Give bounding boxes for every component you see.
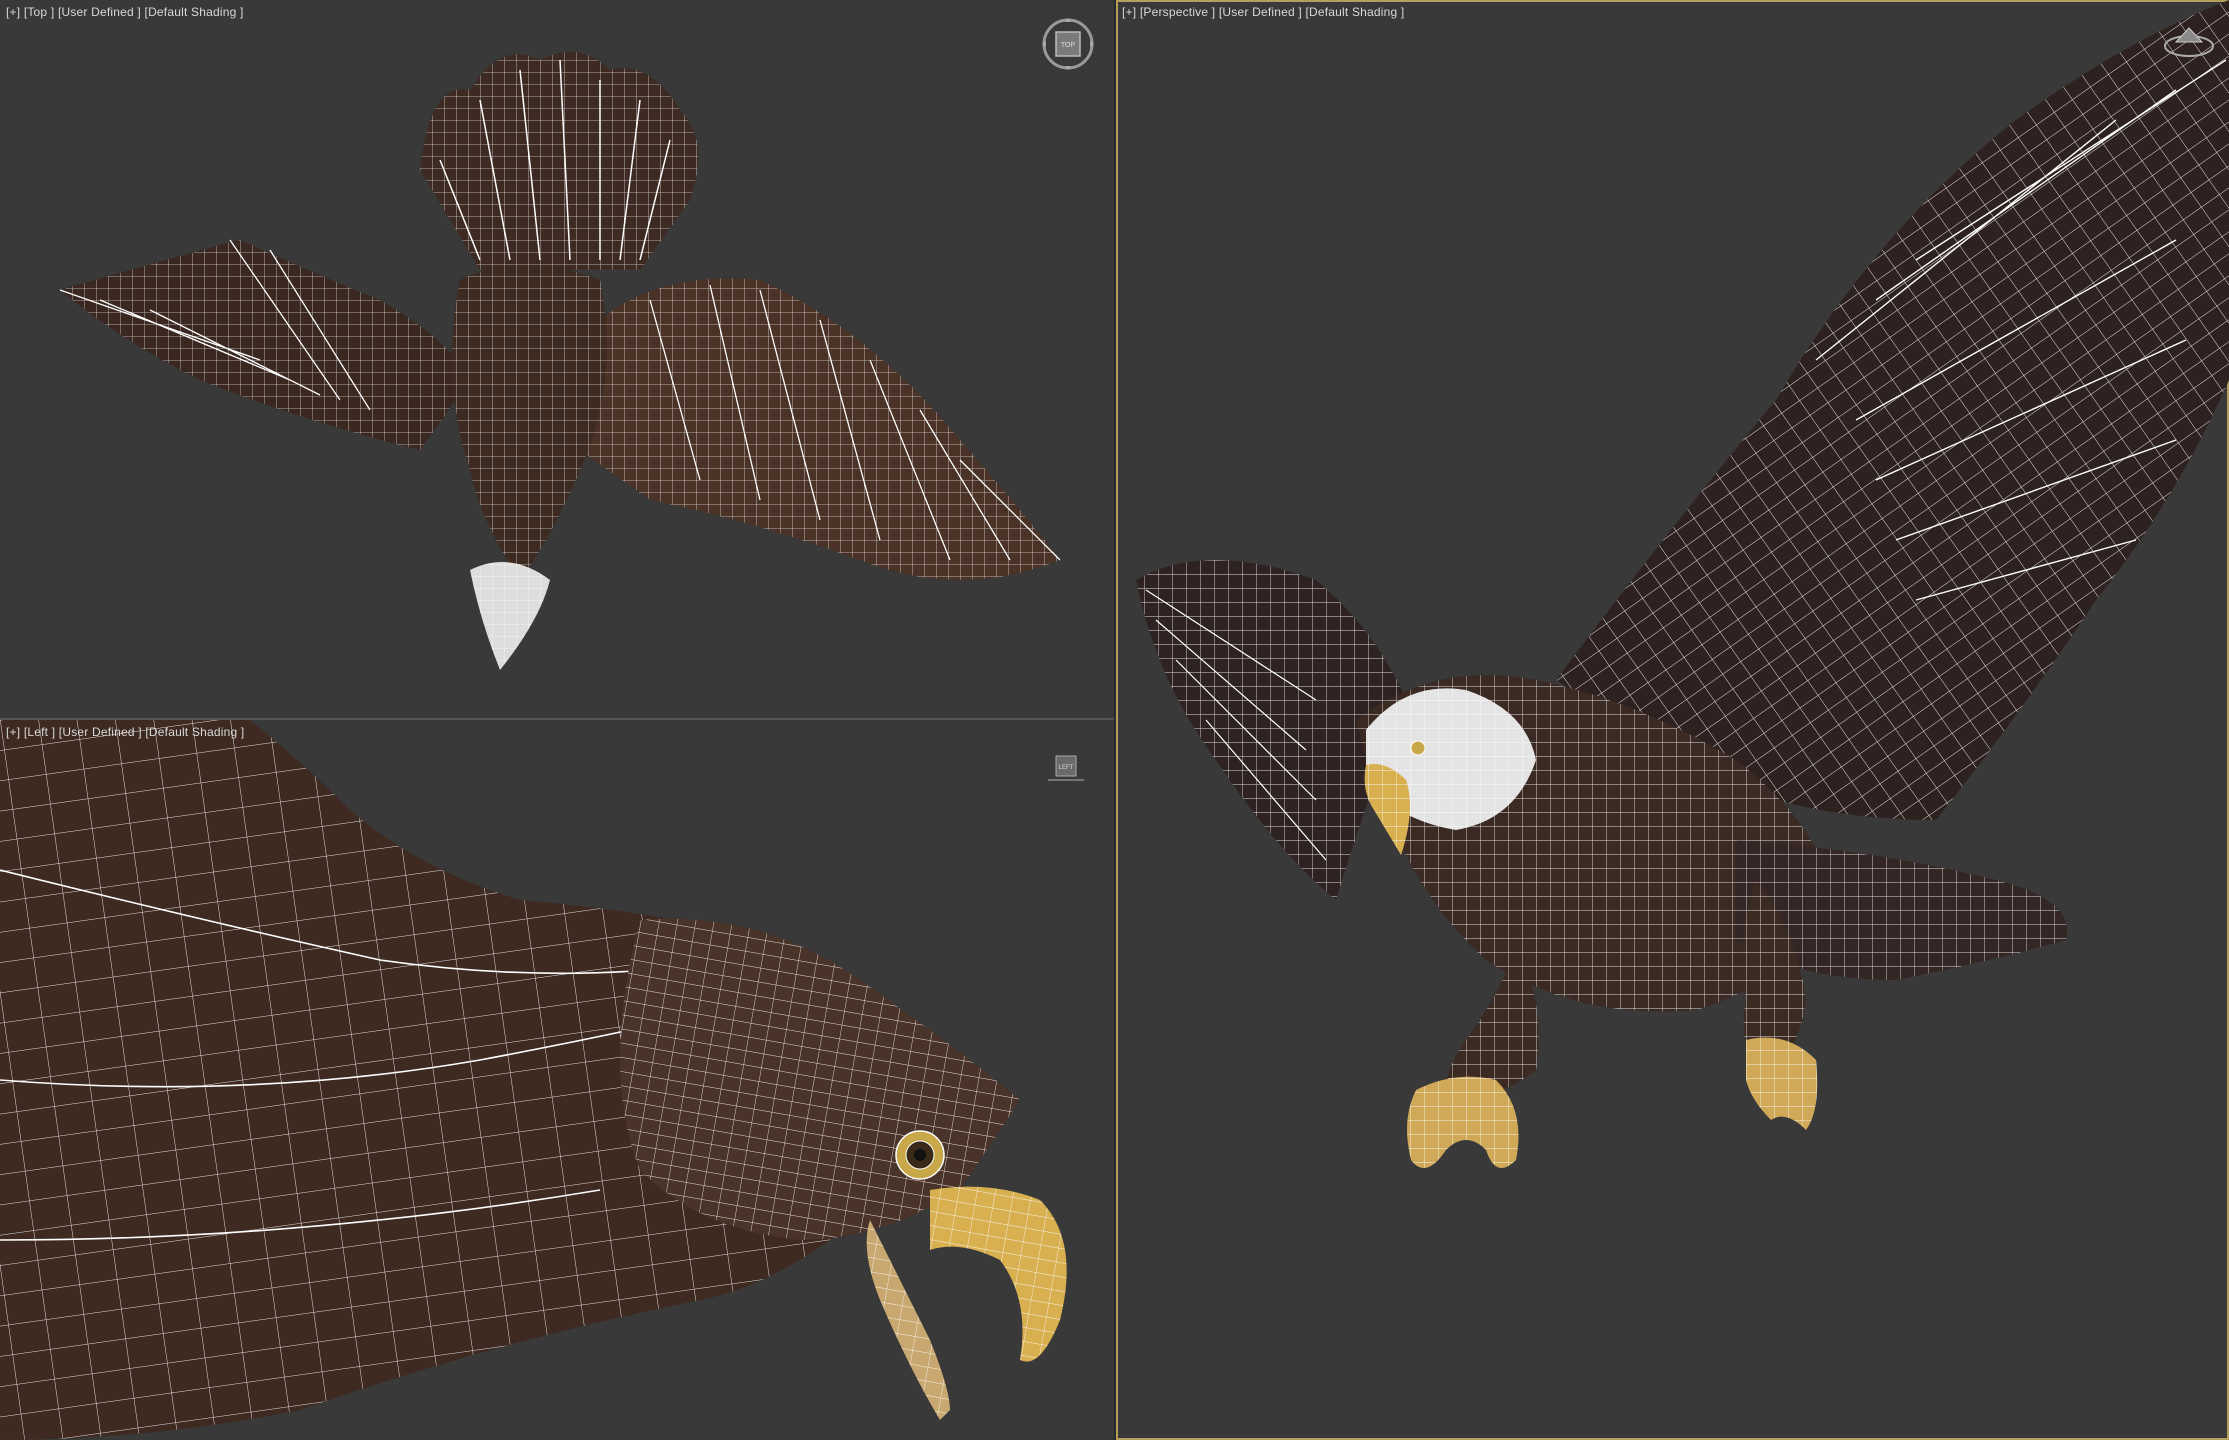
viewport-label-perspective: [+] [Perspective ] [User Defined ] [Defa… xyxy=(1122,5,1404,19)
eagle-top-view xyxy=(59,52,1061,670)
left-wing xyxy=(59,239,470,450)
viewcube-icon[interactable]: LEFT xyxy=(1046,754,1086,789)
viewport-menu-button[interactable]: [+] xyxy=(1122,5,1136,19)
view-type-label[interactable]: [Perspective ] xyxy=(1140,5,1216,19)
eagle-body xyxy=(452,265,607,580)
viewport-label-top: [+] [Top ] [User Defined ] [Default Shad… xyxy=(6,5,244,19)
view-type-label[interactable]: [Left ] xyxy=(24,725,55,739)
viewcube-face-label: LEFT xyxy=(1059,765,1074,771)
viewport-left[interactable]: [+] [Left ] [User Defined ] [Default Sha… xyxy=(0,720,1114,1440)
viewport-label-left: [+] [Left ] [User Defined ] [Default Sha… xyxy=(6,725,244,739)
shading-label[interactable]: [Default Shading ] xyxy=(145,5,244,19)
viewport-top[interactable]: [+] [Top ] [User Defined ] [Default Shad… xyxy=(0,0,1114,718)
viewport-perspective[interactable]: [+] [Perspective ] [User Defined ] [Defa… xyxy=(1116,0,2229,1440)
viewcube-icon[interactable]: TOP xyxy=(1038,16,1098,81)
viewport-menu-button[interactable]: [+] xyxy=(6,725,20,739)
steering-wheel-icon[interactable] xyxy=(2162,20,2216,69)
camera-label[interactable]: [User Defined ] xyxy=(59,725,142,739)
camera-label[interactable]: [User Defined ] xyxy=(1219,5,1302,19)
view-type-label[interactable]: [Top ] xyxy=(24,5,55,19)
right-wing xyxy=(580,278,1061,580)
shading-label[interactable]: [Default Shading ] xyxy=(145,725,244,739)
camera-label[interactable]: [User Defined ] xyxy=(58,5,141,19)
eagle-head xyxy=(470,562,550,670)
shading-label[interactable]: [Default Shading ] xyxy=(1305,5,1404,19)
viewport-menu-button[interactable]: [+] xyxy=(6,5,20,19)
eagle-perspective-view xyxy=(1136,0,2229,1168)
eagle-side-closeup xyxy=(0,720,1067,1440)
tail-feathers xyxy=(420,52,698,270)
eagle-eye xyxy=(895,1130,945,1180)
right-wing-raised xyxy=(1556,0,2229,820)
viewcube-face-label: TOP xyxy=(1061,42,1076,49)
